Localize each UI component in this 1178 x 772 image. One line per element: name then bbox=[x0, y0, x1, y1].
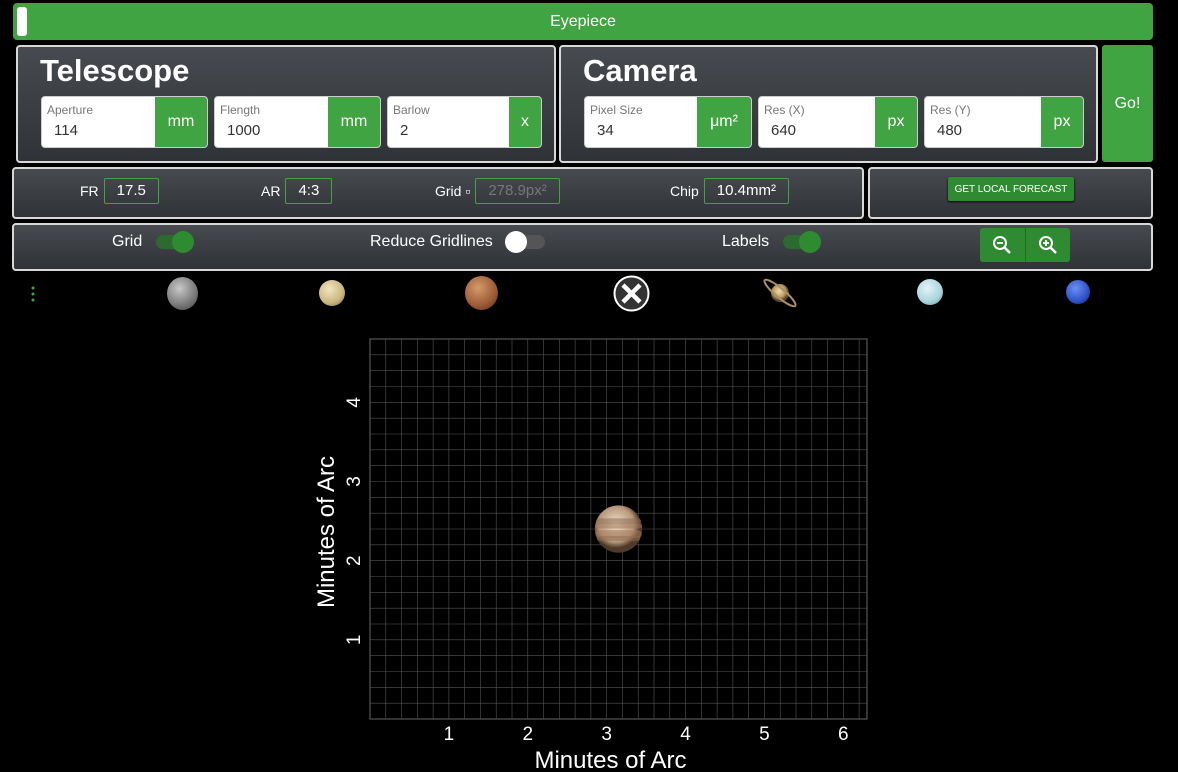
toggles-panel: Grid Reduce Gridlines Labels bbox=[12, 223, 1153, 271]
res-x-input[interactable]: 640 bbox=[771, 122, 796, 139]
zoom-controls bbox=[980, 228, 1070, 262]
fr-label: FR bbox=[80, 183, 99, 199]
uranus-button[interactable] bbox=[917, 279, 943, 305]
jupiter-band bbox=[595, 523, 642, 529]
eyepiece-view-chart: 1 2 3 4 5 61234Minutes of ArcMinutes of Arc bbox=[313, 338, 868, 772]
barlow-input[interactable]: 2 bbox=[400, 122, 408, 139]
camera-panel: Camera Pixel Size 34 μm² Res (X) 640 px … bbox=[559, 45, 1098, 163]
aperture-field[interactable]: Aperture 114 mm bbox=[41, 96, 208, 148]
barlow-field[interactable]: Barlow 2 x bbox=[387, 96, 542, 148]
pixel-size-input[interactable]: 34 bbox=[597, 122, 614, 139]
pixel-size-label: Pixel Size bbox=[590, 103, 643, 117]
zoom-in-button[interactable] bbox=[1026, 228, 1071, 262]
pixel-size-unit: μm² bbox=[697, 97, 751, 147]
flength-field[interactable]: Flength 1000 mm bbox=[214, 96, 381, 148]
chip-value: 10.4mm² bbox=[703, 178, 789, 204]
jupiter-planet bbox=[594, 505, 643, 553]
flength-input[interactable]: 1000 bbox=[227, 122, 260, 139]
x-tick-label: 3 bbox=[601, 724, 612, 745]
jupiter-band bbox=[596, 536, 641, 541]
aperture-label: Aperture bbox=[47, 103, 94, 117]
stats-panel: FR 17.5 AR 4:3 Grid ▫ 278.9px² Chip 10.4… bbox=[12, 167, 864, 219]
saturn-button[interactable] bbox=[760, 274, 800, 312]
grid-stat-label: Grid ▫ bbox=[435, 183, 471, 199]
eyepiece-bar[interactable]: Eyepiece bbox=[13, 3, 1153, 40]
x-tick-label: 4 bbox=[680, 724, 691, 745]
x-axis-label: Minutes of Arc bbox=[534, 747, 686, 772]
x-tick-label: 1 bbox=[444, 724, 455, 745]
ar-label: AR bbox=[261, 183, 281, 199]
x-tick-label: 5 bbox=[759, 724, 770, 745]
zoom-out-button[interactable] bbox=[980, 228, 1026, 262]
flength-label: Flength bbox=[220, 103, 261, 117]
reduce-gridlines-group: Reduce Gridlines bbox=[370, 231, 545, 253]
grid-toggle[interactable] bbox=[156, 231, 195, 253]
grid-toggle-group: Grid bbox=[112, 231, 195, 253]
neptune-button[interactable] bbox=[1066, 280, 1090, 304]
get-local-forecast-button[interactable]: GET LOCAL FORECAST bbox=[948, 177, 1074, 201]
eyepiece-title: Eyepiece bbox=[550, 12, 616, 30]
res-y-unit: px bbox=[1041, 97, 1083, 147]
x-tick-label: 6 bbox=[838, 724, 849, 745]
res-x-label: Res (X) bbox=[764, 103, 805, 117]
labels-toggle[interactable] bbox=[783, 231, 822, 253]
jupiter-band bbox=[596, 518, 641, 525]
aperture-unit: mm bbox=[155, 97, 207, 147]
res-y-input[interactable]: 480 bbox=[937, 122, 962, 139]
telescope-panel: Telescope Aperture 114 mm Flength 1000 m… bbox=[16, 45, 556, 163]
venus-button[interactable] bbox=[319, 280, 345, 306]
grid-stat-value: 278.9px² bbox=[475, 178, 560, 204]
chip-label: Chip bbox=[670, 183, 699, 199]
reduce-gridlines-label: Reduce Gridlines bbox=[370, 233, 493, 250]
flength-unit: mm bbox=[328, 97, 380, 147]
telescope-title: Telescope bbox=[40, 53, 190, 88]
ar-stat: AR 4:3 bbox=[261, 178, 333, 204]
pixel-size-field[interactable]: Pixel Size 34 μm² bbox=[584, 96, 752, 148]
forecast-panel: GET LOCAL FORECAST bbox=[868, 167, 1153, 219]
grid-stat: Grid ▫ 278.9px² bbox=[435, 178, 560, 204]
labels-toggle-group: Labels bbox=[722, 231, 822, 253]
labels-toggle-label: Labels bbox=[722, 233, 770, 250]
camera-title: Camera bbox=[583, 53, 697, 88]
y-tick-label: 2 bbox=[344, 555, 365, 566]
res-y-label: Res (Y) bbox=[930, 103, 971, 117]
y-tick-label: 1 bbox=[344, 635, 365, 646]
y-tick-label: 4 bbox=[344, 397, 365, 408]
aperture-input[interactable]: 114 bbox=[54, 122, 78, 139]
barlow-unit: x bbox=[509, 97, 541, 147]
more-menu-icon[interactable] bbox=[30, 285, 36, 303]
res-x-unit: px bbox=[875, 97, 917, 147]
barlow-label: Barlow bbox=[393, 103, 430, 117]
reduce-gridlines-toggle[interactable] bbox=[504, 231, 545, 253]
res-x-field[interactable]: Res (X) 640 px bbox=[758, 96, 918, 148]
fr-value: 17.5 bbox=[103, 178, 159, 204]
ar-value: 4:3 bbox=[285, 178, 333, 204]
mercury-button[interactable] bbox=[167, 277, 198, 310]
zoom-in-icon bbox=[1038, 236, 1057, 254]
chip-stat: Chip 10.4mm² bbox=[670, 178, 789, 204]
zoom-out-icon bbox=[993, 236, 1012, 254]
go-button[interactable]: Go! bbox=[1102, 45, 1153, 162]
y-tick-label: 3 bbox=[344, 476, 365, 487]
mars-button[interactable] bbox=[465, 276, 498, 310]
close-icon[interactable] bbox=[613, 275, 650, 312]
res-y-field[interactable]: Res (Y) 480 px bbox=[924, 96, 1084, 148]
grid-toggle-label: Grid bbox=[112, 233, 143, 250]
fr-stat: FR 17.5 bbox=[80, 178, 159, 204]
x-tick-label: 2 bbox=[522, 724, 533, 745]
drag-handle[interactable] bbox=[17, 7, 27, 36]
y-axis-label: Minutes of Arc bbox=[313, 456, 340, 608]
